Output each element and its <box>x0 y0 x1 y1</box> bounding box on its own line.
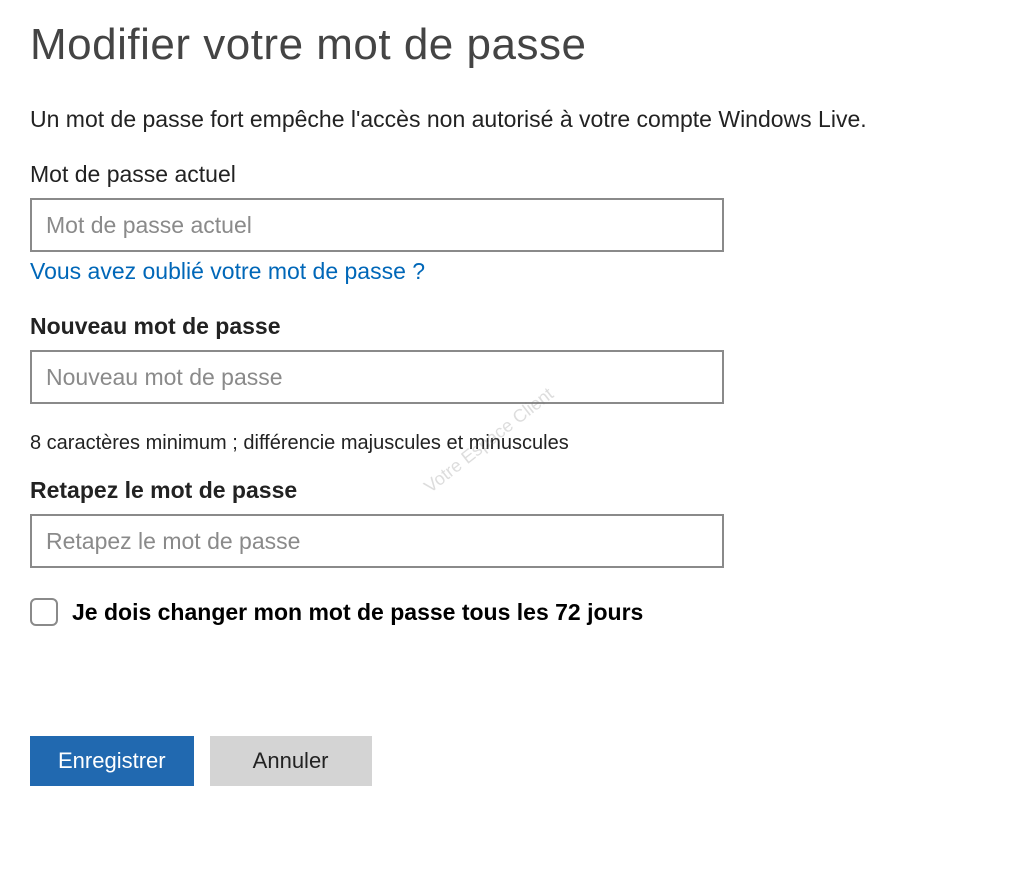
expire-checkbox-label: Je dois changer mon mot de passe tous le… <box>72 599 643 626</box>
description-text: Un mot de passe fort empêche l'accès non… <box>30 106 994 133</box>
forgot-password-link[interactable]: Vous avez oublié votre mot de passe ? <box>30 258 425 285</box>
new-password-input[interactable] <box>30 350 724 404</box>
new-password-group: Nouveau mot de passe <box>30 313 994 404</box>
save-button[interactable]: Enregistrer <box>30 736 194 786</box>
page-title: Modifier votre mot de passe <box>30 20 994 70</box>
new-password-label: Nouveau mot de passe <box>30 313 994 340</box>
retype-password-label: Retapez le mot de passe <box>30 477 994 504</box>
button-row: Enregistrer Annuler <box>30 736 994 786</box>
expire-checkbox[interactable] <box>30 598 58 626</box>
retype-password-input[interactable] <box>30 514 724 568</box>
retype-password-group: Retapez le mot de passe <box>30 477 994 568</box>
cancel-button[interactable]: Annuler <box>210 736 372 786</box>
expire-checkbox-row: Je dois changer mon mot de passe tous le… <box>30 598 994 626</box>
current-password-group: Mot de passe actuel Vous avez oublié vot… <box>30 161 994 285</box>
current-password-label: Mot de passe actuel <box>30 161 994 188</box>
current-password-input[interactable] <box>30 198 724 252</box>
password-hint: 8 caractères minimum ; différencie majus… <box>30 432 994 455</box>
